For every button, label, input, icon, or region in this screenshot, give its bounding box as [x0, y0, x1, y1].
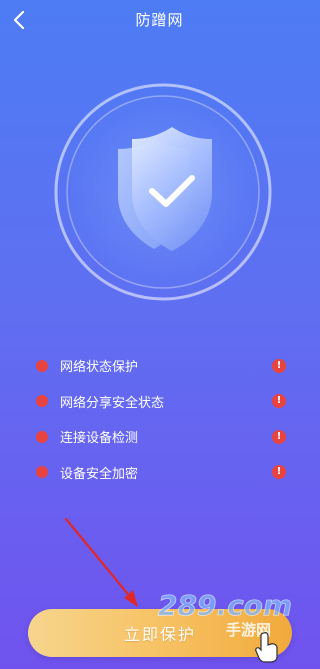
header-bar: 防蹭网: [0, 0, 319, 40]
status-label: 设备安全加密: [60, 466, 139, 482]
red-dot-icon: [36, 466, 48, 479]
shield-check-icon: [54, 83, 272, 301]
status-item-device-detection: 连接设备检测 !: [34, 419, 286, 455]
page-title: 防蹭网: [135, 11, 184, 29]
red-dot-icon: [36, 430, 48, 443]
status-label: 网络状态保护: [60, 360, 139, 376]
red-dot-icon: [36, 395, 48, 408]
security-status-list: 网络状态保护 ! 网络分享安全状态 ! 连接设备检测 ! 设备安全加密 !: [34, 348, 286, 490]
exclamation-icon: !: [272, 429, 286, 444]
red-dot-icon: [36, 359, 48, 372]
status-item-sharing-security: 网络分享安全状态 !: [34, 384, 286, 420]
protect-now-label: 立即保护: [123, 625, 196, 644]
status-item-network-protection: 网络状态保护 !: [34, 348, 286, 384]
status-label: 网络分享安全状态: [60, 395, 165, 411]
exclamation-icon: !: [272, 394, 286, 409]
status-item-device-encryption: 设备安全加密 !: [34, 455, 286, 491]
exclamation-icon: !: [272, 358, 286, 373]
exclamation-icon: !: [272, 465, 286, 480]
status-label: 连接设备检测: [60, 431, 139, 447]
protect-now-button[interactable]: 立即保护: [28, 609, 292, 657]
annotation-arrow-icon: [64, 517, 138, 607]
shield-status-graphic: [54, 83, 272, 301]
